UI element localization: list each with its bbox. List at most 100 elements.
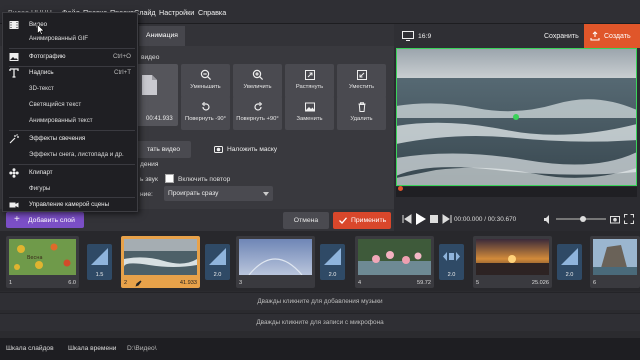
fit-icon: [356, 70, 367, 80]
transition-item[interactable]: 1.5: [87, 244, 112, 280]
rotate-left-button[interactable]: Повернуть -90°: [181, 96, 230, 130]
tab-slides-scale[interactable]: Шкала слайдов: [6, 345, 54, 352]
video-preview[interactable]: [396, 48, 637, 186]
player-time: 00:00.000 / 00:30.670: [454, 216, 517, 223]
transition-duration: 2.0: [565, 272, 574, 278]
menu-settings[interactable]: Настройки: [159, 8, 194, 17]
replace-label: Заменить: [296, 116, 323, 122]
transition-item[interactable]: 2.0: [557, 244, 582, 280]
pencil-icon[interactable]: [135, 280, 142, 287]
aspect-ratio[interactable]: 16:9: [418, 33, 431, 40]
menu-item-snow-effects[interactable]: Эффекты снега, листопада и др.: [9, 147, 133, 163]
menu-item-label: Эффекты снега, листопада и др.: [29, 151, 124, 158]
menu-item-clipart[interactable]: Клипарт: [9, 165, 133, 181]
stretch-button[interactable]: Растянуть: [285, 64, 334, 98]
fit-button[interactable]: Уместить: [337, 64, 386, 98]
loop-checkbox[interactable]: [165, 174, 174, 183]
zoom-out-icon: [200, 69, 211, 81]
slide-duration: 59.72: [417, 280, 431, 286]
check-icon: [339, 217, 347, 224]
add-layer-button[interactable]: + Добавить слой: [6, 212, 84, 228]
camera-icon[interactable]: [610, 214, 620, 224]
slide-duration: 6.0: [68, 280, 76, 286]
apply-mask-label: Наложить маску: [227, 146, 278, 153]
apply-button[interactable]: Применить: [333, 212, 391, 229]
menu-item-gif[interactable]: Анимированный GIF: [9, 31, 133, 47]
mic-track[interactable]: Дважды кликните для записи с микрофона: [0, 313, 640, 331]
transition-icon: [209, 248, 226, 265]
sound-label: ь звук: [140, 176, 158, 183]
menu-item-label: Анимированный текст: [29, 117, 93, 124]
volume-icon[interactable]: [544, 215, 553, 224]
playback-section-label: дения: [140, 161, 159, 168]
save-button[interactable]: Сохранить: [544, 33, 579, 40]
menu-item-label: Надпись: [29, 69, 54, 76]
menu-help[interactable]: Справка: [198, 8, 226, 17]
camera-icon: [9, 202, 19, 208]
menu-item-glow-effects[interactable]: Эффекты свечения: [9, 131, 133, 147]
playhead-handle[interactable]: [398, 186, 403, 191]
music-track[interactable]: Дважды кликните для добавления музыки: [0, 292, 640, 310]
slide-item[interactable]: 4 59.72: [355, 236, 434, 288]
transition-item[interactable]: 2.0: [205, 244, 230, 280]
skip-forward-icon[interactable]: [442, 214, 452, 224]
transition-icon: [324, 248, 341, 265]
slide-duration: 25.026: [531, 280, 549, 286]
slide-item[interactable]: Весна 1 6.0: [6, 236, 79, 288]
cancel-button[interactable]: Отмена: [283, 212, 329, 229]
delete-button[interactable]: Удалить: [337, 96, 386, 130]
film-icon: [9, 21, 19, 29]
text-icon: [9, 68, 19, 78]
zoom-in-label: Увеличить: [243, 84, 272, 90]
slide-number: 4: [358, 280, 362, 286]
edit-video-button[interactable]: тать видео: [136, 141, 191, 158]
fullscreen-icon[interactable]: [624, 214, 634, 224]
slide-thumb-flowers: Весна: [9, 239, 76, 275]
menu-item-text[interactable]: Надпись Ctrl+T: [9, 65, 133, 81]
play-mode-select[interactable]: Проиграть сразу: [164, 186, 273, 201]
transition-item[interactable]: 2.0: [320, 244, 345, 280]
slide-item[interactable]: 5 25.026: [473, 236, 552, 288]
volume-handle[interactable]: [580, 216, 586, 222]
menu-item-label: Управление камерой сцены: [29, 201, 110, 208]
create-button[interactable]: Создать: [584, 24, 640, 48]
zoom-in-icon: [252, 69, 263, 81]
transition-item[interactable]: 2.0: [439, 244, 464, 280]
slide-thumb-sea: [124, 239, 197, 275]
menu-item-camera[interactable]: Управление камерой сцены: [9, 197, 133, 213]
menu-item-shortcut: Ctrl+T: [113, 69, 131, 76]
top-right-bar: 16:9 Сохранить Создать: [394, 24, 640, 48]
menu-item-photo[interactable]: Фотографию Ctrl+O: [9, 49, 133, 65]
slide-duration: 41.933: [179, 280, 197, 286]
plus-icon: +: [14, 214, 20, 225]
menu-item-glow-text[interactable]: Светящийся текст: [9, 97, 133, 113]
transition-icon: [443, 252, 460, 261]
rotate-right-label: Повернуть +90°: [236, 116, 279, 122]
menu-item-label: Эффекты свечения: [29, 135, 86, 142]
slide-item[interactable]: 6: [590, 236, 640, 288]
replace-button[interactable]: Заменить: [285, 96, 334, 130]
timeline-seek-bar[interactable]: [396, 186, 637, 197]
sparkle-icon: [9, 134, 19, 144]
menu-item-animated-text[interactable]: Анимированный текст: [9, 113, 133, 129]
play-icon[interactable]: [415, 213, 426, 225]
skip-back-icon[interactable]: [402, 214, 412, 224]
stop-icon[interactable]: [430, 215, 438, 223]
rotate-left-icon: [201, 101, 210, 111]
tab-animation[interactable]: Анимация: [139, 26, 185, 46]
tab-timeline-scale[interactable]: Шкала времени: [68, 345, 116, 352]
svg-text:Весна: Весна: [27, 255, 43, 261]
slide-item[interactable]: 3: [236, 236, 315, 288]
slide-item-selected[interactable]: 2 41.933: [121, 236, 200, 288]
slide-thumb-sunset: [476, 239, 549, 275]
menu-item-shortcut: Ctrl+O: [112, 53, 131, 60]
menu-item-3d-text[interactable]: 3D-текст: [9, 81, 133, 97]
zoom-out-button[interactable]: Уменьшить: [181, 64, 230, 98]
slide-number: 3: [239, 280, 243, 286]
zoom-in-button[interactable]: Увеличить: [233, 64, 282, 98]
clip-duration: 00:41.933: [146, 116, 173, 122]
slide-number: 1: [9, 280, 13, 286]
menu-item-shapes[interactable]: Фигуры: [9, 181, 133, 197]
rotate-right-button[interactable]: Повернуть +90°: [233, 96, 282, 130]
mouse-cursor-icon: [37, 24, 45, 35]
